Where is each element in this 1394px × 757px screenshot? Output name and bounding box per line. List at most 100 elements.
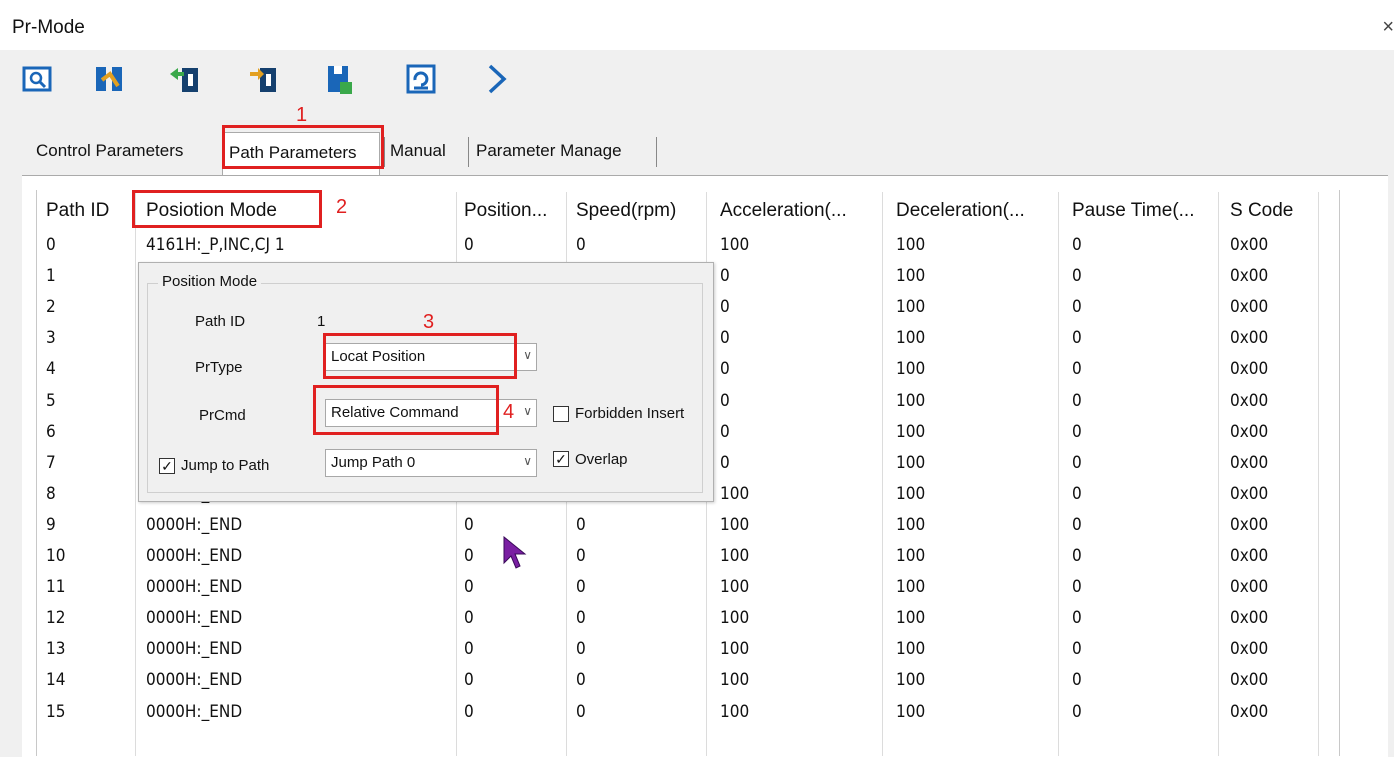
table-cell[interactable]: 0x00 bbox=[1230, 577, 1268, 597]
column-header[interactable]: Deceleration(... bbox=[896, 200, 1025, 222]
table-cell[interactable]: 100 bbox=[720, 546, 749, 566]
table-cell[interactable]: 100 bbox=[896, 297, 925, 317]
table-cell[interactable]: 0 bbox=[464, 515, 474, 535]
jump-to-path-checkbox[interactable]: ✓ bbox=[159, 458, 175, 474]
table-cell[interactable]: 0000H:_END bbox=[146, 639, 242, 659]
table-cell[interactable]: 0x00 bbox=[1230, 608, 1268, 628]
table-cell[interactable]: 6 bbox=[46, 422, 56, 442]
table-cell[interactable]: 100 bbox=[896, 670, 925, 690]
table-cell[interactable]: 0 bbox=[1072, 670, 1082, 690]
table-cell[interactable]: 100 bbox=[896, 328, 925, 348]
download-icon[interactable] bbox=[322, 62, 356, 96]
table-cell[interactable]: 0 bbox=[720, 328, 730, 348]
save-icon[interactable] bbox=[92, 62, 126, 96]
table-cell[interactable]: 0 bbox=[576, 235, 586, 255]
table-cell[interactable]: 14 bbox=[46, 670, 65, 690]
table-cell[interactable]: 100 bbox=[896, 577, 925, 597]
table-cell[interactable]: 100 bbox=[720, 639, 749, 659]
table-cell[interactable]: 100 bbox=[896, 266, 925, 286]
table-cell[interactable]: 0x00 bbox=[1230, 391, 1268, 411]
table-cell[interactable]: 9 bbox=[46, 515, 56, 535]
table-cell[interactable]: 0x00 bbox=[1230, 639, 1268, 659]
table-cell[interactable]: 0000H:_END bbox=[146, 577, 242, 597]
table-cell[interactable]: 0 bbox=[1072, 359, 1082, 379]
table-cell[interactable]: 0000H:_END bbox=[146, 608, 242, 628]
column-header[interactable]: Path ID bbox=[46, 200, 109, 222]
table-cell[interactable]: 0 bbox=[46, 235, 56, 255]
table-cell[interactable]: 0 bbox=[1072, 328, 1082, 348]
table-cell[interactable]: 0000H:_END bbox=[146, 546, 242, 566]
table-cell[interactable]: 100 bbox=[720, 608, 749, 628]
table-cell[interactable]: 0x00 bbox=[1230, 359, 1268, 379]
table-cell[interactable]: 0 bbox=[1072, 577, 1082, 597]
table-cell[interactable]: 100 bbox=[896, 391, 925, 411]
table-cell[interactable]: 0 bbox=[576, 639, 586, 659]
table-cell[interactable]: 0 bbox=[1072, 453, 1082, 473]
column-divider[interactable] bbox=[1218, 192, 1219, 756]
table-cell[interactable]: 4 bbox=[46, 359, 56, 379]
table-cell[interactable]: 0 bbox=[464, 670, 474, 690]
table-cell[interactable]: 100 bbox=[720, 484, 749, 504]
table-cell[interactable]: 100 bbox=[720, 235, 749, 255]
table-cell[interactable]: 100 bbox=[896, 639, 925, 659]
table-cell[interactable]: 0x00 bbox=[1230, 702, 1268, 722]
tab-parameter-manage[interactable]: Parameter Manage bbox=[476, 141, 622, 161]
table-cell[interactable]: 100 bbox=[720, 702, 749, 722]
column-header[interactable]: S Code bbox=[1230, 200, 1293, 222]
table-cell[interactable]: 0x00 bbox=[1230, 670, 1268, 690]
table-cell[interactable]: 0 bbox=[464, 546, 474, 566]
table-cell[interactable]: 7 bbox=[46, 453, 56, 473]
table-cell[interactable]: 0 bbox=[1072, 422, 1082, 442]
table-cell[interactable]: 2 bbox=[46, 297, 56, 317]
table-cell[interactable]: 0x00 bbox=[1230, 453, 1268, 473]
table-cell[interactable]: 0 bbox=[576, 577, 586, 597]
tab-control-parameters[interactable]: Control Parameters bbox=[36, 141, 183, 161]
export-icon[interactable] bbox=[246, 62, 280, 96]
table-cell[interactable]: 15 bbox=[46, 702, 65, 722]
table-cell[interactable]: 0000H:_END bbox=[146, 670, 242, 690]
table-cell[interactable]: 11 bbox=[46, 577, 65, 597]
tab-manual[interactable]: Manual bbox=[390, 141, 446, 161]
table-cell[interactable]: 100 bbox=[896, 484, 925, 504]
table-cell[interactable]: 0 bbox=[576, 515, 586, 535]
import-icon[interactable] bbox=[168, 62, 202, 96]
search-icon[interactable] bbox=[20, 62, 54, 96]
table-cell[interactable]: 5 bbox=[46, 391, 56, 411]
table-cell[interactable]: 0 bbox=[1072, 391, 1082, 411]
table-cell[interactable]: 8 bbox=[46, 484, 56, 504]
table-cell[interactable]: 0x00 bbox=[1230, 484, 1268, 504]
table-cell[interactable]: 0x00 bbox=[1230, 328, 1268, 348]
column-header[interactable]: Pause Time(... bbox=[1072, 200, 1195, 222]
table-cell[interactable]: 100 bbox=[896, 608, 925, 628]
column-header[interactable]: Acceleration(... bbox=[720, 200, 847, 222]
table-cell[interactable]: 0 bbox=[464, 639, 474, 659]
column-divider[interactable] bbox=[135, 192, 136, 756]
table-cell[interactable]: 13 bbox=[46, 639, 65, 659]
table-cell[interactable]: 0 bbox=[1072, 608, 1082, 628]
table-cell[interactable]: 0 bbox=[576, 546, 586, 566]
close-icon[interactable]: × bbox=[1382, 16, 1394, 39]
column-divider[interactable] bbox=[1318, 192, 1319, 756]
table-cell[interactable]: 3 bbox=[46, 328, 56, 348]
table-cell[interactable]: 4161H:_P,INC,CJ 1 bbox=[146, 235, 285, 255]
overlap-checkbox[interactable]: ✓ bbox=[553, 451, 569, 467]
table-cell[interactable]: 100 bbox=[720, 577, 749, 597]
table-cell[interactable]: 0 bbox=[464, 235, 474, 255]
table-cell[interactable]: 0x00 bbox=[1230, 297, 1268, 317]
table-cell[interactable]: 0 bbox=[464, 608, 474, 628]
column-header[interactable]: Position... bbox=[464, 200, 547, 222]
table-cell[interactable]: 0 bbox=[1072, 515, 1082, 535]
forbidden-insert-checkbox[interactable] bbox=[553, 406, 569, 422]
table-cell[interactable]: 0 bbox=[576, 608, 586, 628]
table-cell[interactable]: 100 bbox=[896, 422, 925, 442]
table-cell[interactable]: 100 bbox=[896, 702, 925, 722]
table-cell[interactable]: 0 bbox=[720, 453, 730, 473]
table-cell[interactable]: 0 bbox=[1072, 639, 1082, 659]
table-cell[interactable]: 0 bbox=[1072, 702, 1082, 722]
jump-path-select[interactable]: Jump Path 0 ∨ bbox=[325, 449, 537, 477]
next-arrow-icon[interactable] bbox=[480, 62, 514, 96]
table-cell[interactable]: 0x00 bbox=[1230, 546, 1268, 566]
table-cell[interactable]: 0000H:_END bbox=[146, 515, 242, 535]
table-cell[interactable]: 0x00 bbox=[1230, 266, 1268, 286]
table-cell[interactable]: 0 bbox=[576, 702, 586, 722]
